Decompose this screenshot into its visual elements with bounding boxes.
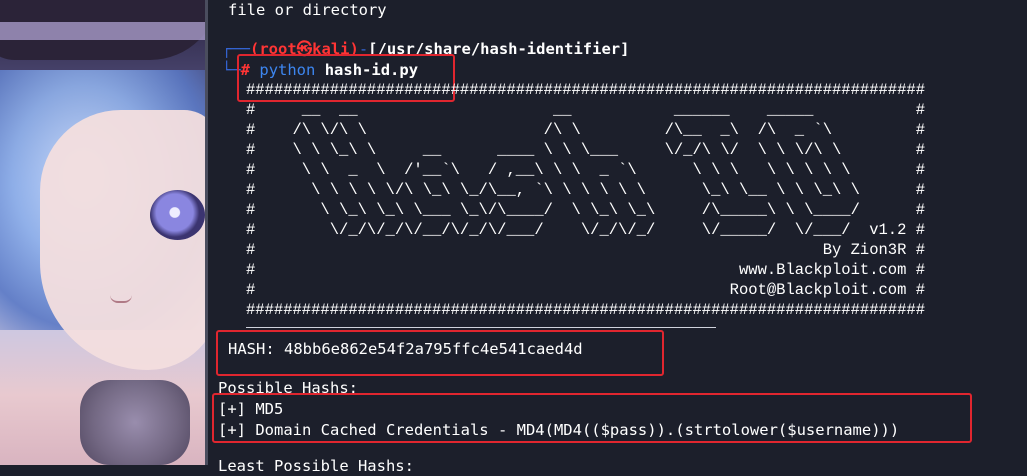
banner-line: ########################################…: [246, 81, 926, 99]
banner-line: # Root@Blackploit.com #: [246, 281, 926, 299]
previous-output-line: file or directory: [228, 1, 387, 19]
results-highlight-box: [212, 393, 972, 443]
banner-line: # \ \ _ \ /'__`\ / ,__\ \ \ _ `\ \ \ \ \…: [246, 161, 926, 179]
banner-line: # __ __ __ ______ _____ #: [246, 101, 926, 119]
input-underline: [246, 327, 716, 328]
terminal-window[interactable]: file or directory ┌──(root㉿kali)-[/usr/s…: [205, 0, 1027, 475]
banner-line: # \ \_\ \_\ \___ \_\/\____/ \ \_\ \_\ /\…: [246, 201, 926, 219]
banner-line: # /\ \/\ \ /\ \ /\__ _\ /\ _ `\ #: [246, 121, 926, 139]
least-possible-title: Least Possible Hashs:: [218, 457, 414, 475]
wallpaper-bow: [80, 380, 190, 465]
hash-highlight-box: [216, 330, 664, 376]
anime-wallpaper: [0, 0, 210, 465]
banner-line: # www.Blackploit.com #: [246, 261, 926, 279]
banner-line: ########################################…: [246, 301, 926, 319]
banner-line: # By Zion3R #: [246, 241, 926, 259]
ascii-banner: ########################################…: [246, 80, 925, 320]
banner-line: # \ \ \_\ \ __ ____ \ \ \___ \/_/\ \/ \ …: [246, 141, 926, 159]
banner-line: # \ \ \ \ \/\ \_\ \_/\__, `\ \ \ \ \ \ \…: [246, 181, 926, 199]
wallpaper-hat-rim: [0, 22, 210, 40]
banner-line: # \/_/\/_/\/__/\/_/\/___/ \/_/\/_/ \/___…: [246, 221, 926, 239]
wallpaper-eye: [150, 190, 205, 240]
wallpaper-face: [40, 110, 210, 370]
